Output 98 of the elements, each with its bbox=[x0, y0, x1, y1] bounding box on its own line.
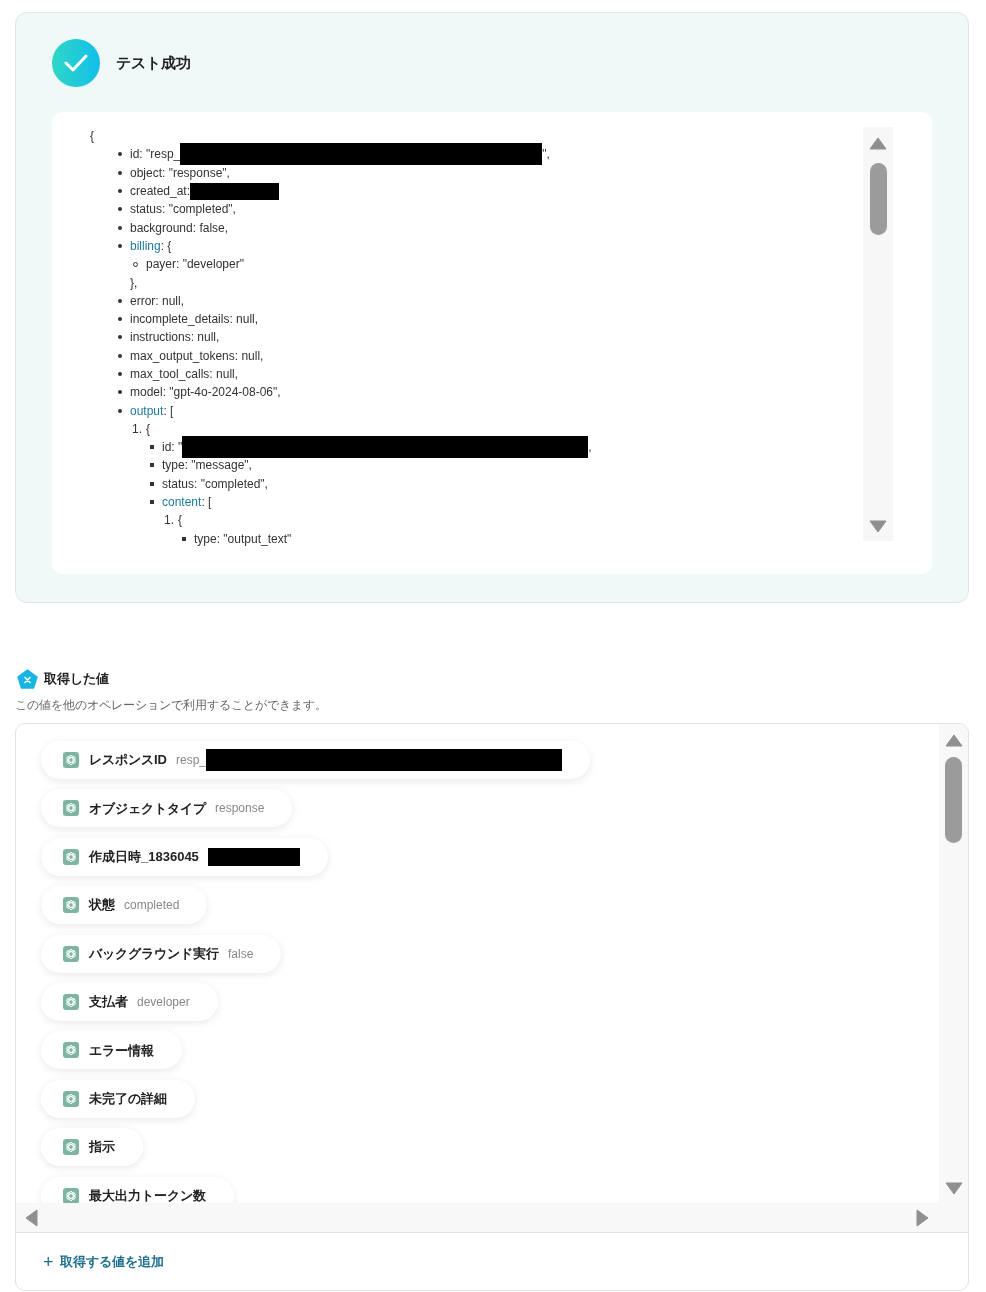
json-key-link[interactable]: billing bbox=[130, 236, 161, 255]
vertical-scrollbar[interactable] bbox=[939, 724, 968, 1203]
json-punctuation: , bbox=[588, 439, 592, 457]
scroll-up-arrow[interactable] bbox=[869, 137, 887, 150]
chip-label: 作成日時_1836045 bbox=[89, 848, 199, 867]
bullet-icon bbox=[118, 408, 122, 413]
json-line: type: "output_text" bbox=[194, 530, 292, 547]
scroll-left-arrow[interactable] bbox=[25, 1208, 38, 1227]
bullet-icon bbox=[118, 353, 122, 358]
json-line: status: "completed", bbox=[130, 201, 236, 219]
bullet-icon bbox=[118, 298, 122, 303]
check-icon bbox=[52, 39, 100, 87]
value-chip[interactable]: バックグラウンド実行 false bbox=[41, 934, 282, 973]
knot-icon bbox=[63, 1139, 79, 1156]
json-line: status: "completed", bbox=[162, 475, 268, 493]
chip-label: レスポンスID bbox=[89, 751, 167, 770]
bullet-icon bbox=[182, 536, 186, 541]
json-line: instructions: null, bbox=[130, 329, 220, 347]
knot-icon bbox=[63, 752, 79, 768]
knot-icon bbox=[63, 848, 79, 865]
chip-label: バックグラウンド実行 bbox=[89, 944, 219, 963]
json-line: created_at: bbox=[130, 183, 191, 201]
json-line: type: "message", bbox=[162, 457, 252, 475]
chip-value: response bbox=[215, 800, 265, 818]
knot-icon bbox=[63, 1187, 79, 1203]
knot-icon bbox=[63, 993, 79, 1010]
add-value-link[interactable]: + 取得する値を追加 bbox=[43, 1252, 164, 1272]
chip-label: オブジェクトタイプ bbox=[89, 799, 206, 818]
scrollbar-thumb[interactable] bbox=[945, 757, 962, 843]
json-line: : [ bbox=[163, 402, 174, 420]
chip-label: 未完了の詳細 bbox=[89, 1090, 167, 1108]
bullet-icon bbox=[118, 189, 122, 194]
bullet-icon bbox=[150, 445, 154, 450]
json-line: background: false, bbox=[130, 219, 229, 237]
result-title: テスト成功 bbox=[116, 52, 191, 73]
scroll-up-arrow[interactable] bbox=[944, 734, 963, 747]
scrollbar-thumb[interactable] bbox=[869, 163, 887, 235]
list-number: 1. bbox=[132, 420, 142, 438]
chip-label: 最大出力トークン数 bbox=[89, 1186, 206, 1203]
bullet-icon bbox=[118, 207, 122, 212]
knot-icon bbox=[63, 897, 79, 914]
knot-icon bbox=[63, 1042, 79, 1059]
knot-icon bbox=[63, 800, 79, 817]
bullet-icon bbox=[118, 170, 122, 175]
bullet-icon bbox=[118, 372, 122, 376]
bullet-icon bbox=[118, 317, 122, 322]
json-line: model: "gpt-4o-2024-08-06", bbox=[130, 384, 281, 402]
json-line: max_output_tokens: null, bbox=[130, 347, 264, 365]
json-line: id: "resp_ bbox=[130, 146, 181, 164]
bullet-icon bbox=[150, 463, 154, 468]
bullet-icon bbox=[118, 243, 122, 248]
vertical-scrollbar[interactable] bbox=[863, 127, 893, 541]
chip-value: developer bbox=[137, 993, 190, 1011]
chip-value: resp_ bbox=[176, 752, 207, 769]
chip-label: 指示 bbox=[89, 1138, 115, 1157]
bullet-icon bbox=[118, 390, 122, 395]
value-chip[interactable]: 作成日時_1836045 bbox=[41, 837, 328, 876]
value-chip[interactable]: オブジェクトタイプ response bbox=[41, 789, 293, 828]
chip-value: completed bbox=[124, 897, 180, 915]
chip-label: 支払者 bbox=[89, 993, 128, 1012]
json-line: : { bbox=[160, 237, 172, 255]
json-line: object: "response", bbox=[130, 164, 230, 182]
list-number: 1. bbox=[164, 512, 174, 530]
bullet-icon bbox=[150, 500, 154, 505]
chip-label: エラー情報 bbox=[89, 1041, 154, 1060]
json-line: : [ bbox=[201, 494, 212, 512]
knot-icon bbox=[63, 1090, 79, 1107]
json-line: payer: "developer" bbox=[146, 256, 244, 274]
json-punctuation: ", bbox=[542, 146, 550, 164]
json-line: { bbox=[178, 512, 182, 530]
horizontal-scrollbar[interactable] bbox=[16, 1203, 968, 1233]
scroll-right-arrow[interactable] bbox=[916, 1208, 929, 1227]
value-chip[interactable]: 未完了の詳細 bbox=[41, 1079, 195, 1118]
scroll-down-arrow[interactable] bbox=[944, 1182, 963, 1195]
bullet-icon bbox=[118, 335, 122, 340]
json-line: incomplete_details: null, bbox=[130, 311, 259, 329]
value-chip[interactable]: レスポンスID resp_ bbox=[41, 741, 591, 779]
json-line: max_tool_calls: null, bbox=[130, 366, 239, 383]
json-line: id: " bbox=[162, 439, 183, 457]
chip-label: 状態 bbox=[89, 896, 115, 915]
value-chip[interactable]: 支払者 developer bbox=[41, 982, 218, 1021]
chip-value: false bbox=[228, 945, 254, 963]
section-title: 取得した値 bbox=[44, 670, 109, 689]
json-line: }, bbox=[130, 274, 138, 292]
scroll-down-arrow[interactable] bbox=[869, 520, 887, 533]
pentagon-icon bbox=[17, 669, 38, 689]
value-chip[interactable]: 指示 bbox=[41, 1128, 143, 1167]
value-chip[interactable]: 状態 completed bbox=[41, 886, 208, 925]
section-description: この値を他のオペレーションで利用することができます。 bbox=[15, 697, 328, 714]
bullet-icon bbox=[118, 225, 122, 230]
knot-icon bbox=[63, 945, 79, 962]
value-chip[interactable]: エラー情報 bbox=[41, 1031, 182, 1070]
bullet-icon bbox=[118, 152, 122, 157]
json-line: { bbox=[90, 128, 94, 146]
json-line: { bbox=[146, 420, 150, 438]
bullet-icon bbox=[150, 481, 154, 486]
json-line: error: null, bbox=[130, 292, 185, 310]
value-chip[interactable]: 最大出力トークン数 bbox=[41, 1176, 234, 1203]
